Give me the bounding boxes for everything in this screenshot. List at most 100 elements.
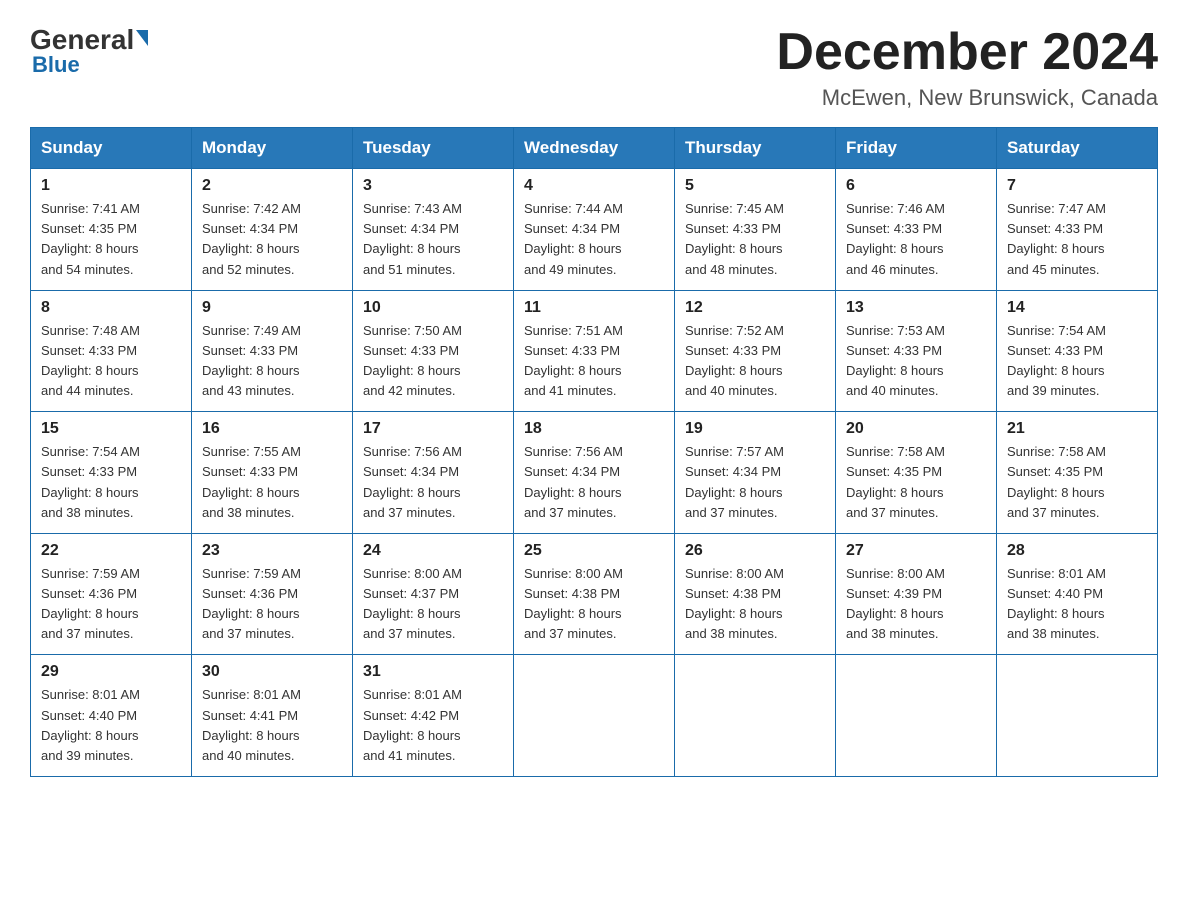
calendar-cell: 26 Sunrise: 8:00 AM Sunset: 4:38 PM Dayl… (675, 533, 836, 655)
calendar-cell (997, 655, 1158, 777)
weekday-header-saturday: Saturday (997, 128, 1158, 169)
day-info: Sunrise: 7:46 AM Sunset: 4:33 PM Dayligh… (846, 199, 986, 280)
location-title: McEwen, New Brunswick, Canada (776, 85, 1158, 111)
calendar-cell: 25 Sunrise: 8:00 AM Sunset: 4:38 PM Dayl… (514, 533, 675, 655)
day-number: 22 (41, 542, 181, 560)
calendar-cell (675, 655, 836, 777)
calendar-cell: 9 Sunrise: 7:49 AM Sunset: 4:33 PM Dayli… (192, 290, 353, 412)
weekday-header-monday: Monday (192, 128, 353, 169)
day-number: 24 (363, 542, 503, 560)
calendar-cell: 1 Sunrise: 7:41 AM Sunset: 4:35 PM Dayli… (31, 169, 192, 291)
day-info: Sunrise: 7:59 AM Sunset: 4:36 PM Dayligh… (202, 564, 342, 645)
day-info: Sunrise: 8:00 AM Sunset: 4:38 PM Dayligh… (524, 564, 664, 645)
calendar-cell (514, 655, 675, 777)
calendar-cell (836, 655, 997, 777)
day-number: 17 (363, 420, 503, 438)
day-info: Sunrise: 7:51 AM Sunset: 4:33 PM Dayligh… (524, 321, 664, 402)
calendar-cell: 27 Sunrise: 8:00 AM Sunset: 4:39 PM Dayl… (836, 533, 997, 655)
calendar-cell: 5 Sunrise: 7:45 AM Sunset: 4:33 PM Dayli… (675, 169, 836, 291)
day-number: 4 (524, 177, 664, 195)
calendar-cell: 8 Sunrise: 7:48 AM Sunset: 4:33 PM Dayli… (31, 290, 192, 412)
calendar-cell: 12 Sunrise: 7:52 AM Sunset: 4:33 PM Dayl… (675, 290, 836, 412)
day-number: 14 (1007, 299, 1147, 317)
day-info: Sunrise: 7:53 AM Sunset: 4:33 PM Dayligh… (846, 321, 986, 402)
day-number: 15 (41, 420, 181, 438)
day-info: Sunrise: 8:01 AM Sunset: 4:40 PM Dayligh… (1007, 564, 1147, 645)
weekday-header-sunday: Sunday (31, 128, 192, 169)
day-info: Sunrise: 8:00 AM Sunset: 4:39 PM Dayligh… (846, 564, 986, 645)
calendar-cell: 4 Sunrise: 7:44 AM Sunset: 4:34 PM Dayli… (514, 169, 675, 291)
calendar-table: SundayMondayTuesdayWednesdayThursdayFrid… (30, 127, 1158, 777)
calendar-cell: 20 Sunrise: 7:58 AM Sunset: 4:35 PM Dayl… (836, 412, 997, 534)
day-number: 7 (1007, 177, 1147, 195)
day-info: Sunrise: 7:45 AM Sunset: 4:33 PM Dayligh… (685, 199, 825, 280)
day-info: Sunrise: 7:55 AM Sunset: 4:33 PM Dayligh… (202, 442, 342, 523)
calendar-cell: 10 Sunrise: 7:50 AM Sunset: 4:33 PM Dayl… (353, 290, 514, 412)
day-info: Sunrise: 7:47 AM Sunset: 4:33 PM Dayligh… (1007, 199, 1147, 280)
day-info: Sunrise: 8:00 AM Sunset: 4:37 PM Dayligh… (363, 564, 503, 645)
day-info: Sunrise: 7:57 AM Sunset: 4:34 PM Dayligh… (685, 442, 825, 523)
day-number: 13 (846, 299, 986, 317)
calendar-cell: 22 Sunrise: 7:59 AM Sunset: 4:36 PM Dayl… (31, 533, 192, 655)
weekday-header-friday: Friday (836, 128, 997, 169)
calendar-cell: 15 Sunrise: 7:54 AM Sunset: 4:33 PM Dayl… (31, 412, 192, 534)
day-number: 30 (202, 663, 342, 681)
day-number: 28 (1007, 542, 1147, 560)
calendar-cell: 28 Sunrise: 8:01 AM Sunset: 4:40 PM Dayl… (997, 533, 1158, 655)
weekday-header-row: SundayMondayTuesdayWednesdayThursdayFrid… (31, 128, 1158, 169)
day-number: 19 (685, 420, 825, 438)
day-number: 20 (846, 420, 986, 438)
calendar-cell: 21 Sunrise: 7:58 AM Sunset: 4:35 PM Dayl… (997, 412, 1158, 534)
week-row-2: 8 Sunrise: 7:48 AM Sunset: 4:33 PM Dayli… (31, 290, 1158, 412)
calendar-cell: 7 Sunrise: 7:47 AM Sunset: 4:33 PM Dayli… (997, 169, 1158, 291)
calendar-cell: 30 Sunrise: 8:01 AM Sunset: 4:41 PM Dayl… (192, 655, 353, 777)
logo-blue-text: Blue (32, 52, 80, 78)
day-info: Sunrise: 7:42 AM Sunset: 4:34 PM Dayligh… (202, 199, 342, 280)
calendar-cell: 13 Sunrise: 7:53 AM Sunset: 4:33 PM Dayl… (836, 290, 997, 412)
header: General Blue December 2024 McEwen, New B… (30, 24, 1158, 111)
calendar-cell: 31 Sunrise: 8:01 AM Sunset: 4:42 PM Dayl… (353, 655, 514, 777)
calendar-cell: 14 Sunrise: 7:54 AM Sunset: 4:33 PM Dayl… (997, 290, 1158, 412)
calendar-cell: 19 Sunrise: 7:57 AM Sunset: 4:34 PM Dayl… (675, 412, 836, 534)
calendar-cell: 2 Sunrise: 7:42 AM Sunset: 4:34 PM Dayli… (192, 169, 353, 291)
day-info: Sunrise: 7:48 AM Sunset: 4:33 PM Dayligh… (41, 321, 181, 402)
day-info: Sunrise: 7:50 AM Sunset: 4:33 PM Dayligh… (363, 321, 503, 402)
day-info: Sunrise: 7:52 AM Sunset: 4:33 PM Dayligh… (685, 321, 825, 402)
day-info: Sunrise: 7:49 AM Sunset: 4:33 PM Dayligh… (202, 321, 342, 402)
weekday-header-wednesday: Wednesday (514, 128, 675, 169)
day-number: 21 (1007, 420, 1147, 438)
day-number: 5 (685, 177, 825, 195)
day-number: 3 (363, 177, 503, 195)
calendar-cell: 17 Sunrise: 7:56 AM Sunset: 4:34 PM Dayl… (353, 412, 514, 534)
calendar-cell: 16 Sunrise: 7:55 AM Sunset: 4:33 PM Dayl… (192, 412, 353, 534)
calendar-cell: 24 Sunrise: 8:00 AM Sunset: 4:37 PM Dayl… (353, 533, 514, 655)
day-info: Sunrise: 7:58 AM Sunset: 4:35 PM Dayligh… (1007, 442, 1147, 523)
day-number: 10 (363, 299, 503, 317)
week-row-5: 29 Sunrise: 8:01 AM Sunset: 4:40 PM Dayl… (31, 655, 1158, 777)
day-number: 31 (363, 663, 503, 681)
day-number: 18 (524, 420, 664, 438)
logo: General Blue (30, 24, 150, 78)
day-number: 29 (41, 663, 181, 681)
day-info: Sunrise: 7:44 AM Sunset: 4:34 PM Dayligh… (524, 199, 664, 280)
calendar-cell: 11 Sunrise: 7:51 AM Sunset: 4:33 PM Dayl… (514, 290, 675, 412)
day-info: Sunrise: 7:54 AM Sunset: 4:33 PM Dayligh… (41, 442, 181, 523)
day-number: 16 (202, 420, 342, 438)
day-number: 1 (41, 177, 181, 195)
day-info: Sunrise: 8:00 AM Sunset: 4:38 PM Dayligh… (685, 564, 825, 645)
day-number: 23 (202, 542, 342, 560)
day-number: 27 (846, 542, 986, 560)
day-number: 26 (685, 542, 825, 560)
day-number: 6 (846, 177, 986, 195)
calendar-cell: 23 Sunrise: 7:59 AM Sunset: 4:36 PM Dayl… (192, 533, 353, 655)
month-title: December 2024 (776, 24, 1158, 81)
day-info: Sunrise: 8:01 AM Sunset: 4:41 PM Dayligh… (202, 685, 342, 766)
day-number: 9 (202, 299, 342, 317)
day-info: Sunrise: 7:59 AM Sunset: 4:36 PM Dayligh… (41, 564, 181, 645)
day-number: 2 (202, 177, 342, 195)
day-info: Sunrise: 7:54 AM Sunset: 4:33 PM Dayligh… (1007, 321, 1147, 402)
calendar-cell: 3 Sunrise: 7:43 AM Sunset: 4:34 PM Dayli… (353, 169, 514, 291)
day-number: 12 (685, 299, 825, 317)
weekday-header-thursday: Thursday (675, 128, 836, 169)
calendar-cell: 29 Sunrise: 8:01 AM Sunset: 4:40 PM Dayl… (31, 655, 192, 777)
